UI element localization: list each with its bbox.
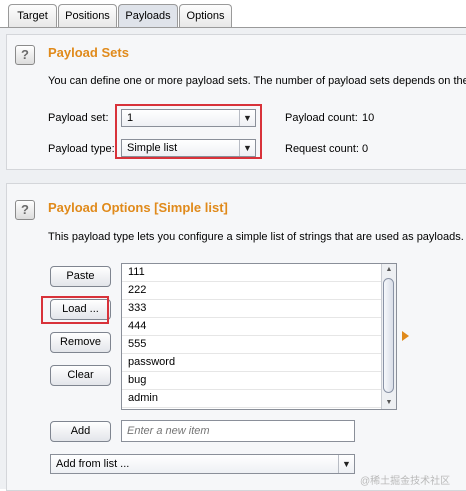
- expand-arrow-icon[interactable]: [402, 331, 409, 341]
- list-item[interactable]: 444: [122, 318, 383, 336]
- tab-payloads[interactable]: Payloads: [118, 4, 178, 28]
- highlight-box: [41, 296, 109, 324]
- payload-list[interactable]: 111 222 333 444 555 password bug admin ▲…: [121, 263, 397, 410]
- highlight-box: [115, 104, 262, 159]
- payload-options-title: Payload Options [Simple list]: [48, 200, 228, 215]
- list-item[interactable]: 222: [122, 282, 383, 300]
- list-item[interactable]: password: [122, 354, 383, 372]
- list-scrollbar[interactable]: ▲ ▼: [381, 264, 396, 409]
- help-icon[interactable]: ?: [15, 45, 35, 65]
- tab-target[interactable]: Target: [8, 4, 57, 27]
- add-button[interactable]: Add: [50, 421, 111, 442]
- payload-count-value: 10: [362, 112, 375, 124]
- watermark: @稀土掘金技术社区: [360, 476, 451, 487]
- add-from-list-label: Add from list ...: [56, 458, 130, 470]
- payload-sets-title: Payload Sets: [48, 45, 129, 60]
- request-count-value: 0: [362, 143, 369, 155]
- payload-count-label: Payload count:: [285, 112, 358, 124]
- list-item[interactable]: 555: [122, 336, 383, 354]
- tab-positions[interactable]: Positions: [58, 4, 117, 27]
- chevron-down-icon: ▼: [338, 455, 354, 473]
- scrollbar-thumb[interactable]: [383, 278, 394, 393]
- list-item[interactable]: 333: [122, 300, 383, 318]
- list-item[interactable]: 111: [122, 264, 383, 282]
- remove-button[interactable]: Remove: [50, 332, 111, 353]
- scroll-down-icon[interactable]: ▼: [382, 397, 396, 409]
- request-count-label: Request count:: [285, 143, 359, 155]
- paste-button[interactable]: Paste: [50, 266, 111, 287]
- scroll-up-icon[interactable]: ▲: [382, 264, 396, 276]
- tab-options[interactable]: Options: [179, 4, 232, 27]
- help-icon[interactable]: ?: [15, 200, 35, 220]
- payload-options-description: This payload type lets you configure a s…: [48, 231, 464, 243]
- tab-bar: Target Positions Payloads Options: [0, 0, 466, 28]
- list-item[interactable]: bug: [122, 372, 383, 390]
- payload-sets-description: You can define one or more payload sets.…: [48, 75, 466, 87]
- payload-set-label: Payload set:: [48, 112, 109, 124]
- clear-button[interactable]: Clear: [50, 365, 111, 386]
- add-from-list-select[interactable]: Add from list ... ▼: [50, 454, 355, 474]
- new-item-input[interactable]: [121, 420, 355, 442]
- list-item[interactable]: admin: [122, 390, 383, 408]
- payload-type-label: Payload type:: [48, 143, 115, 155]
